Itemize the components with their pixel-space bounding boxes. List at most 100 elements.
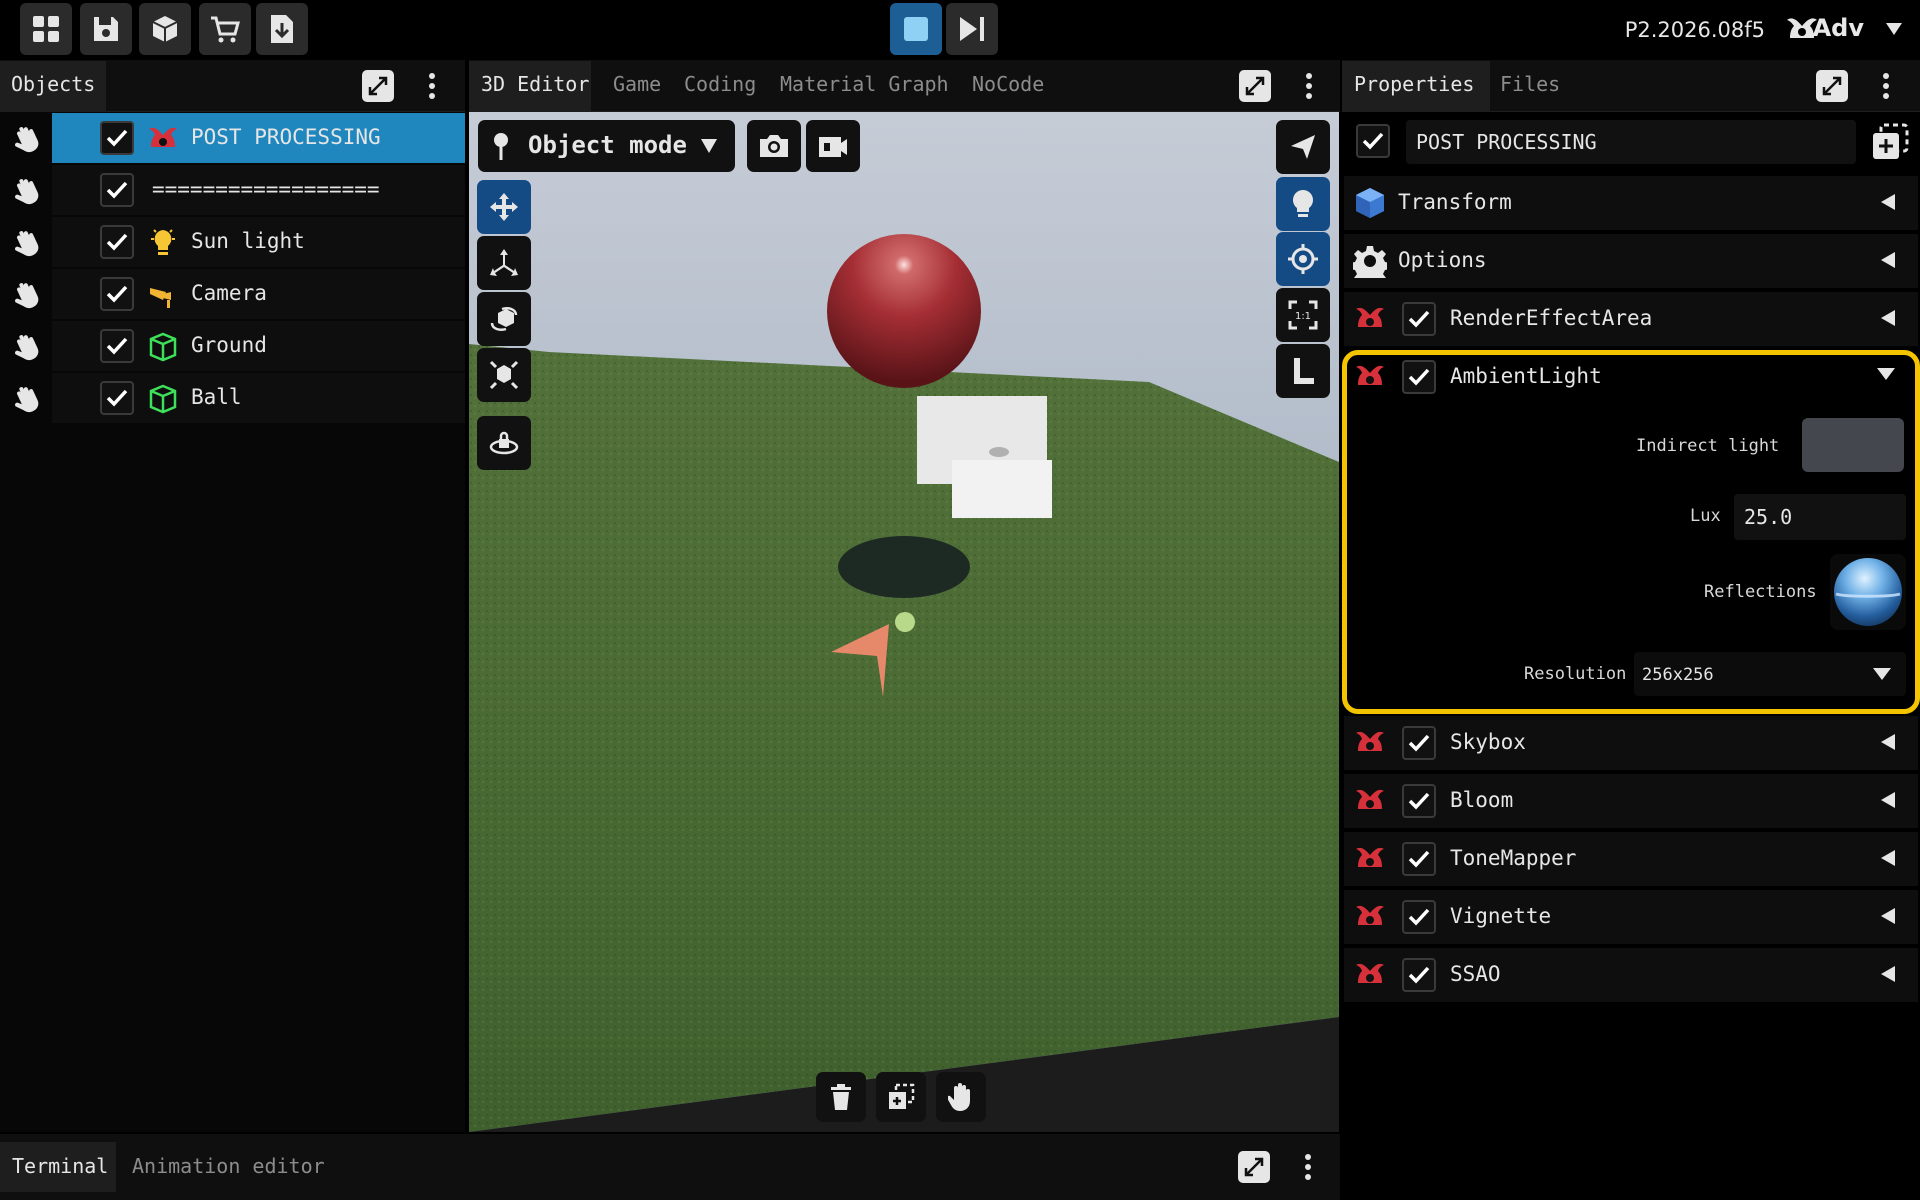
section-transform[interactable]: Transform [1344,176,1918,230]
component-ssao[interactable]: SSAO [1344,948,1918,1002]
drag-handle-icon[interactable] [10,227,42,259]
svg-text:1:1: 1:1 [1295,311,1311,322]
more-vert-icon[interactable] [1874,70,1898,102]
component-enabled-checkbox[interactable] [1402,302,1436,336]
delete-icon[interactable] [816,1072,866,1122]
mesh-icon [146,382,180,416]
expand-icon[interactable] [362,70,394,102]
object-visible-checkbox[interactable] [100,173,134,207]
tab-material-graph[interactable]: Material Graph [780,72,949,96]
target-icon[interactable] [1276,232,1330,286]
more-vert-icon[interactable] [1297,70,1321,102]
object-enabled-checkbox[interactable] [1356,124,1390,158]
component-enabled-checkbox[interactable] [1402,784,1436,818]
more-vert-icon[interactable] [1296,1151,1320,1183]
objects-panel-title[interactable]: Objects [11,72,95,96]
chevron-down-icon[interactable] [1882,18,1906,40]
add-component-icon[interactable] [1870,122,1910,162]
view-camera-icon[interactable] [806,120,860,172]
cart-icon[interactable] [199,3,251,55]
component-bloom[interactable]: Bloom [1344,774,1918,828]
object-visible-checkbox[interactable] [100,329,134,363]
collapse-arrow-icon [1880,848,1896,868]
expand-icon[interactable] [1816,70,1848,102]
object-row[interactable]: Ground [0,321,465,371]
component-enabled-checkbox[interactable] [1402,958,1436,992]
object-name: POST PROCESSING [191,125,381,149]
section-label: Options [1398,248,1487,272]
top-toolbar: P2.2026.08f5 Adv [0,0,1920,58]
gear-icon [1352,243,1388,279]
component-label: SSAO [1450,962,1501,986]
expand-icon[interactable] [1239,70,1271,102]
orbit-lock-icon[interactable] [477,416,531,470]
more-vert-icon[interactable] [420,70,444,102]
tab-animation-editor[interactable]: Animation editor [132,1154,325,1178]
highlight-outline [1342,350,1920,714]
object-name-value: POST PROCESSING [1416,130,1597,154]
duplicate-icon[interactable] [876,1072,926,1122]
component-skybox[interactable]: Skybox [1344,716,1918,770]
bulb-icon [146,226,180,260]
save-icon[interactable] [80,3,132,55]
3d-viewport[interactable]: Object mode 1:1 [469,112,1339,1132]
pivot-tool-icon[interactable] [477,236,531,290]
mode-select[interactable]: Object mode [478,120,735,172]
component-enabled-checkbox[interactable] [1402,842,1436,876]
post-processing-icon [1352,784,1388,818]
component-enabled-checkbox[interactable] [1402,900,1436,934]
object-visible-checkbox[interactable] [100,381,134,415]
drag-handle-icon[interactable] [10,123,42,155]
tab-coding[interactable]: Coding [684,72,756,96]
object-row[interactable]: Camera [0,269,465,319]
component-vignette[interactable]: Vignette [1344,890,1918,944]
collapse-arrow-icon [1880,964,1896,984]
tab-files[interactable]: Files [1500,72,1560,96]
drag-handle-icon[interactable] [10,383,42,415]
component-tonemapper[interactable]: ToneMapper [1344,832,1918,886]
scale-tool-icon[interactable] [477,348,531,402]
object-visible-checkbox[interactable] [100,277,134,311]
move-tool-icon[interactable] [477,180,531,234]
tab-terminal[interactable]: Terminal [12,1154,108,1178]
version-label: P2.2026.08f5 [1624,18,1765,42]
object-visible-checkbox[interactable] [100,225,134,259]
mode-label[interactable]: Adv [1813,14,1864,42]
drag-handle-icon[interactable] [10,331,42,363]
post-processing-icon [1352,900,1388,934]
section-options[interactable]: Options [1344,234,1918,288]
object-visible-checkbox[interactable] [100,121,134,155]
step-forward-icon[interactable] [946,3,998,55]
light-bulb-icon[interactable] [1276,177,1330,231]
chevron-down-icon [700,138,718,154]
expand-icon[interactable] [1238,1151,1270,1183]
object-name-input[interactable]: POST PROCESSING [1406,120,1856,164]
tab-game[interactable]: Game [613,72,661,96]
local-space-icon[interactable] [1276,344,1330,398]
drag-handle-icon[interactable] [10,175,42,207]
select-cursor-icon[interactable] [1276,120,1330,174]
rotate-tool-icon[interactable] [477,292,531,346]
object-name: Sun light [191,229,305,253]
object-row[interactable]: ================== [0,165,465,215]
object-row[interactable]: POST PROCESSING [0,113,465,163]
cube-icon[interactable] [139,3,191,55]
fit-view-icon[interactable]: 1:1 [1276,288,1330,342]
post-processing-icon [1352,958,1388,992]
object-row[interactable]: Ball [0,373,465,423]
grid-icon[interactable] [20,3,72,55]
stop-icon[interactable] [890,3,942,55]
component-label: Bloom [1450,788,1514,812]
tab-properties[interactable]: Properties [1354,72,1474,96]
tab-nocode[interactable]: NoCode [972,72,1044,96]
component-enabled-checkbox[interactable] [1402,726,1436,760]
drag-handle-icon[interactable] [10,279,42,311]
post-processing-icon [1352,302,1388,336]
object-row[interactable]: Sun light [0,217,465,267]
tab-3d-editor[interactable]: 3D Editor [481,72,589,96]
component-rendereffectarea[interactable]: RenderEffectArea [1344,292,1918,346]
objects-panel: Objects POST PROCESSING =================… [0,60,465,1132]
camera-snapshot-icon[interactable] [747,120,801,172]
download-icon[interactable] [256,3,308,55]
pan-hand-icon[interactable] [936,1072,986,1122]
